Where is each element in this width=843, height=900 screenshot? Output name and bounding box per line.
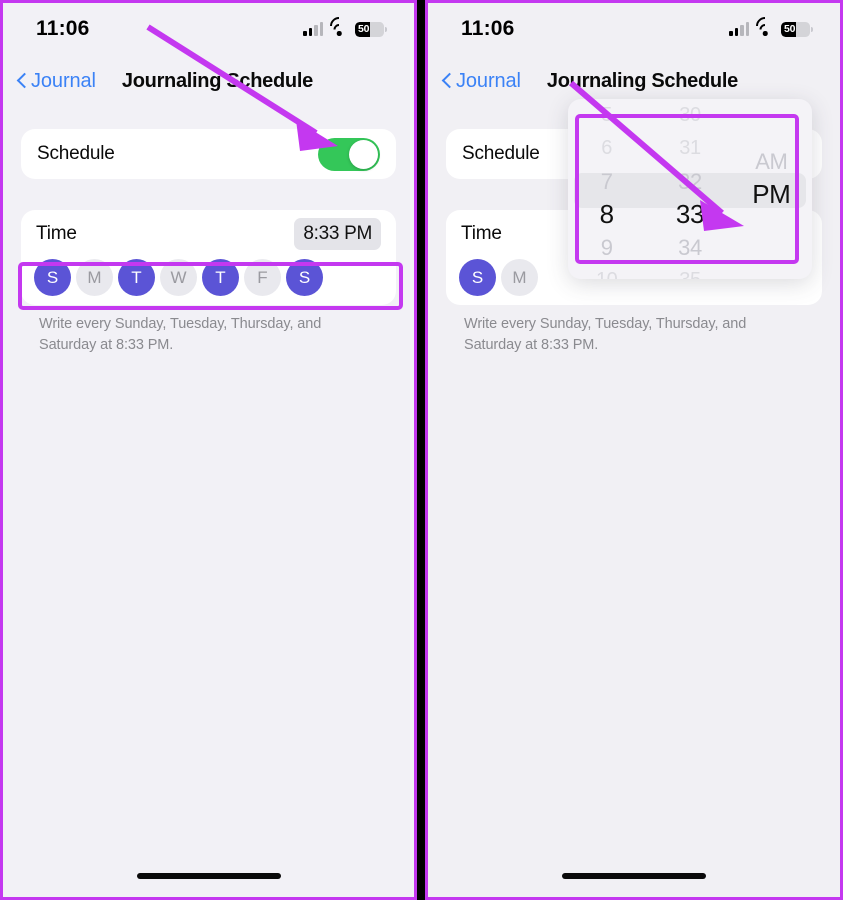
meridiem-option [731, 256, 812, 279]
time-row-left: Time 8:33 PM [21, 210, 396, 257]
meridiem-option [731, 122, 812, 145]
schedule-toggle[interactable] [318, 137, 380, 171]
time-row-label: Time [36, 222, 77, 244]
cellular-signal-icon [729, 21, 749, 36]
status-indicators: 50 [729, 12, 813, 39]
toggle-knob [349, 139, 378, 169]
status-clock: 11:06 [36, 17, 90, 40]
minute-wheel[interactable]: 30313233343536 [649, 99, 730, 279]
minute-option[interactable]: 33 [649, 198, 730, 231]
meridiem-option[interactable]: AM [731, 145, 812, 178]
day-selector-row: SMTWTFS [21, 257, 396, 305]
hour-option[interactable]: 7 [568, 165, 649, 198]
hour-option[interactable]: 10 [568, 264, 649, 279]
battery-icon: 50 [781, 21, 813, 37]
cellular-signal-icon [303, 21, 323, 36]
battery-percent: 50 [358, 23, 370, 35]
time-picker-wheels: 567891011 30313233343536 AMPM [568, 99, 812, 279]
minute-option[interactable]: 35 [649, 264, 730, 279]
schedule-row-label: Schedule [37, 143, 115, 164]
back-button-label: Journal [456, 69, 521, 92]
schedule-hint-text: Write every Sunday, Tuesday, Thursday, a… [39, 316, 322, 353]
status-bar-right: 11:06 50 [428, 3, 840, 55]
back-button-label: Journal [31, 69, 96, 92]
page-title: Journaling Schedule [121, 69, 313, 92]
day-toggle-thursday[interactable]: T [202, 259, 239, 296]
phone-screenshot-left: 11:06 50 Journal Journaling Schedule Sch… [0, 0, 417, 900]
meridiem-option [731, 233, 812, 256]
day-toggle-monday[interactable]: M [501, 259, 538, 296]
status-bar-left: 11:06 50 [3, 3, 414, 55]
screenshot-stage: 11:06 50 Journal Journaling Schedule Sch… [0, 0, 843, 900]
home-indicator [562, 873, 706, 879]
time-card-left: Time 8:33 PM SMTWTFS [21, 210, 396, 305]
hour-wheel[interactable]: 567891011 [568, 99, 649, 279]
status-indicators: 50 [303, 12, 387, 39]
day-toggle-sunday[interactable]: S [459, 259, 496, 296]
day-toggle-saturday[interactable]: S [286, 259, 323, 296]
hour-option[interactable]: 5 [568, 99, 649, 132]
status-clock: 11:06 [461, 17, 515, 40]
minute-option[interactable]: 32 [649, 165, 730, 198]
wifi-icon [326, 12, 352, 39]
hour-option[interactable]: 9 [568, 231, 649, 264]
home-indicator [136, 873, 281, 879]
day-toggle-wednesday[interactable]: W [160, 259, 197, 296]
nav-bar-left: Journal Journaling Schedule [3, 55, 414, 107]
day-toggle-tuesday[interactable]: T [118, 259, 155, 296]
day-toggle-friday[interactable]: F [244, 259, 281, 296]
schedule-row-label: Schedule [462, 143, 540, 164]
chevron-left-icon [17, 72, 27, 90]
time-value-chip[interactable]: 8:33 PM [294, 217, 381, 250]
back-button[interactable]: Journal [17, 70, 96, 93]
minute-option[interactable]: 30 [649, 99, 730, 132]
meridiem-option [731, 211, 812, 234]
meridiem-option[interactable]: PM [731, 178, 812, 211]
phone-screenshot-right: 11:06 50 Journal Journaling Schedule Sch… [425, 0, 843, 900]
chevron-left-icon [442, 72, 452, 90]
battery-icon: 50 [355, 21, 387, 37]
day-toggle-monday[interactable]: M [76, 259, 113, 296]
back-button[interactable]: Journal [442, 70, 521, 93]
wifi-icon [752, 12, 778, 39]
time-picker-popup[interactable]: 567891011 30313233343536 AMPM [568, 99, 812, 279]
meridiem-wheel[interactable]: AM PM [731, 99, 812, 279]
hour-option[interactable]: 8 [568, 198, 649, 231]
schedule-row-left: Schedule [21, 129, 396, 179]
page-title: Journaling Schedule [546, 69, 738, 92]
time-row-label: Time [461, 222, 502, 244]
hour-option[interactable]: 6 [568, 132, 649, 165]
battery-percent: 50 [784, 23, 796, 35]
day-toggle-sunday[interactable]: S [34, 259, 71, 296]
minute-option[interactable]: 31 [649, 132, 730, 165]
minute-option[interactable]: 34 [649, 231, 730, 264]
meridiem-option [731, 99, 812, 122]
schedule-hint-text: Write every Sunday, Tuesday, Thursday, a… [464, 316, 747, 353]
